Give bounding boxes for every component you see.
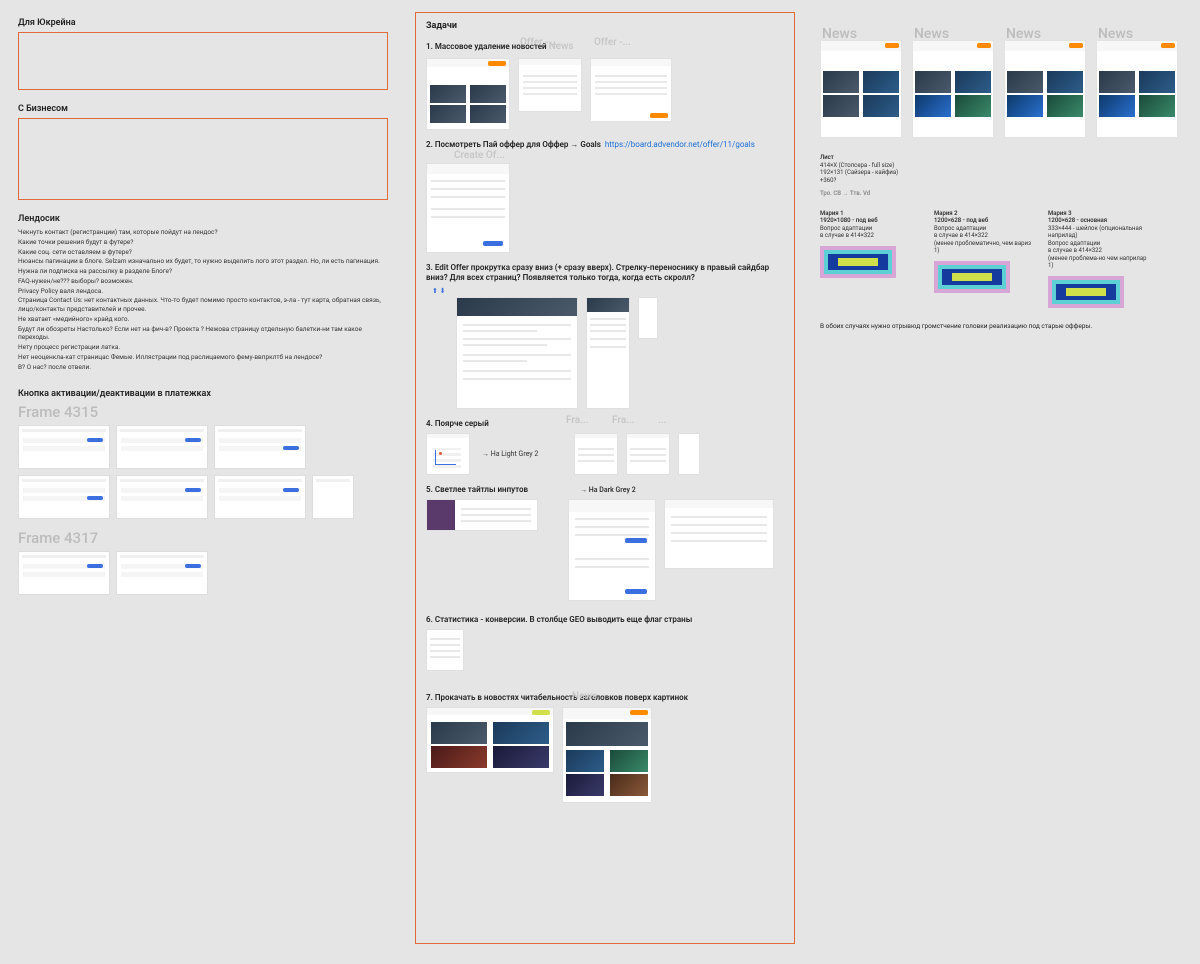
payment-thumb[interactable]: [116, 475, 208, 519]
task-2-link[interactable]: https://board.advendor.net/offer/11/goal…: [605, 140, 755, 149]
variant-2: Мария 2 1200×628 - под веб Вопрос адапта…: [934, 204, 1034, 308]
frame-4317-grid[interactable]: [18, 551, 388, 595]
screenshot[interactable]: [664, 499, 774, 569]
payment-thumb[interactable]: [214, 475, 306, 519]
payment-thumb[interactable]: [116, 425, 208, 469]
screenshot[interactable]: [678, 433, 700, 475]
payment-thumb[interactable]: [18, 475, 110, 519]
payment-thumb[interactable]: [18, 425, 110, 469]
frame-4317-label: Frame 4317: [18, 529, 388, 547]
section-business-title: С Бизнесом: [18, 104, 388, 114]
section-ukraine-title: Для Юкрейна: [18, 18, 388, 28]
ghost-fra-label: Fra...: [612, 415, 634, 426]
tasks-title: Задачи: [426, 21, 784, 31]
screenshot[interactable]: [568, 499, 656, 601]
news-card[interactable]: [912, 40, 994, 138]
task-4-note: → На Light Grey 2: [482, 450, 538, 458]
swatch-icon: [934, 261, 1010, 293]
variants-row: Мария 1 1920×1080 - под веб Вопрос адапт…: [820, 204, 1185, 308]
ghost-news-label: News: [572, 691, 597, 702]
screenshot[interactable]: [626, 433, 670, 475]
variant-1: Мария 1 1920×1080 - под веб Вопрос адапт…: [820, 204, 920, 308]
ghost-offer-label: Offer -...: [520, 37, 557, 48]
news-card[interactable]: [1096, 40, 1178, 138]
screenshot[interactable]: [518, 58, 582, 112]
figma-canvas[interactable]: Для Юкрейна С Бизнесом Лендосик Чекнуть …: [0, 0, 1200, 964]
list-block: Лист 414×X (Стопсера - full size) 192×13…: [820, 154, 1185, 198]
payment-thumb[interactable]: [18, 551, 110, 595]
screenshot[interactable]: [426, 707, 554, 773]
left-column: Для Юкрейна С Бизнесом Лендосик Чекнуть …: [18, 18, 388, 595]
ghost-fra-label: Fra...: [566, 415, 588, 426]
screenshot[interactable]: [426, 629, 464, 671]
frame-4315-label: Frame 4315: [18, 403, 388, 421]
payment-thumb-small[interactable]: [312, 475, 354, 519]
news-card[interactable]: [820, 40, 902, 138]
swatch-icon: [1048, 276, 1124, 308]
frame-4315-grid[interactable]: [18, 425, 388, 519]
screenshot[interactable]: [426, 58, 510, 130]
frame-ukraine[interactable]: [18, 32, 388, 90]
ghost-create-label: Create Of...: [454, 150, 784, 161]
screenshot[interactable]: [426, 163, 510, 253]
news-variants-row: News News News: [820, 40, 1185, 138]
screenshot[interactable]: [586, 297, 630, 409]
task-4: 4. Поярче серый: [426, 419, 784, 429]
screenshot[interactable]: [590, 58, 672, 122]
payment-thumb[interactable]: [116, 551, 208, 595]
scroll-icons: ⬆ ⬇: [432, 287, 784, 295]
task-7: 7. Прокачать в новостях читабельность за…: [426, 693, 784, 703]
screenshot[interactable]: [426, 433, 470, 475]
screenshot[interactable]: [426, 499, 538, 531]
right-column: News News News: [820, 40, 1185, 330]
screenshot[interactable]: [574, 433, 618, 475]
variant-3: Мария 3 1200×628 - основная 333×444 - ше…: [1048, 204, 1148, 308]
task-5: 5. Светлее тайтлы инпутов → На Dark Grey…: [426, 485, 784, 495]
task-2: 2. Посмотреть Пай оффер для Оффер → Goal…: [426, 140, 784, 150]
landos-notes: Чекнуть контакт (регистранции) там, кото…: [18, 228, 388, 371]
right-footer-note: В обоих случаях нужно отрывюд громстчени…: [820, 322, 1185, 330]
task-3: 3. Edit Offer прокрутка сразу вниз (+ ср…: [426, 263, 784, 283]
ghost-offer-label: Offer -...: [594, 37, 631, 48]
frame-business[interactable]: [18, 118, 388, 200]
activation-button-title: Кнопка активации/деактивации в платежках: [18, 389, 388, 399]
screenshot[interactable]: [562, 707, 652, 803]
swatch-icon: [820, 246, 896, 278]
ghost-dots: ...: [658, 415, 666, 426]
tasks-frame[interactable]: Задачи Offer -... Offer -... 1. Массовое…: [415, 12, 795, 944]
screenshot[interactable]: [456, 297, 578, 409]
screenshot[interactable]: [638, 297, 658, 339]
task-6: 6. Статистика - конверсии. В столбце GEO…: [426, 615, 784, 625]
task-5-note: → На Dark Grey 2: [580, 486, 636, 494]
news-card[interactable]: [1004, 40, 1086, 138]
payment-thumb[interactable]: [214, 425, 306, 469]
landos-title: Лендосик: [18, 214, 388, 224]
task-1-shots: [426, 58, 784, 130]
